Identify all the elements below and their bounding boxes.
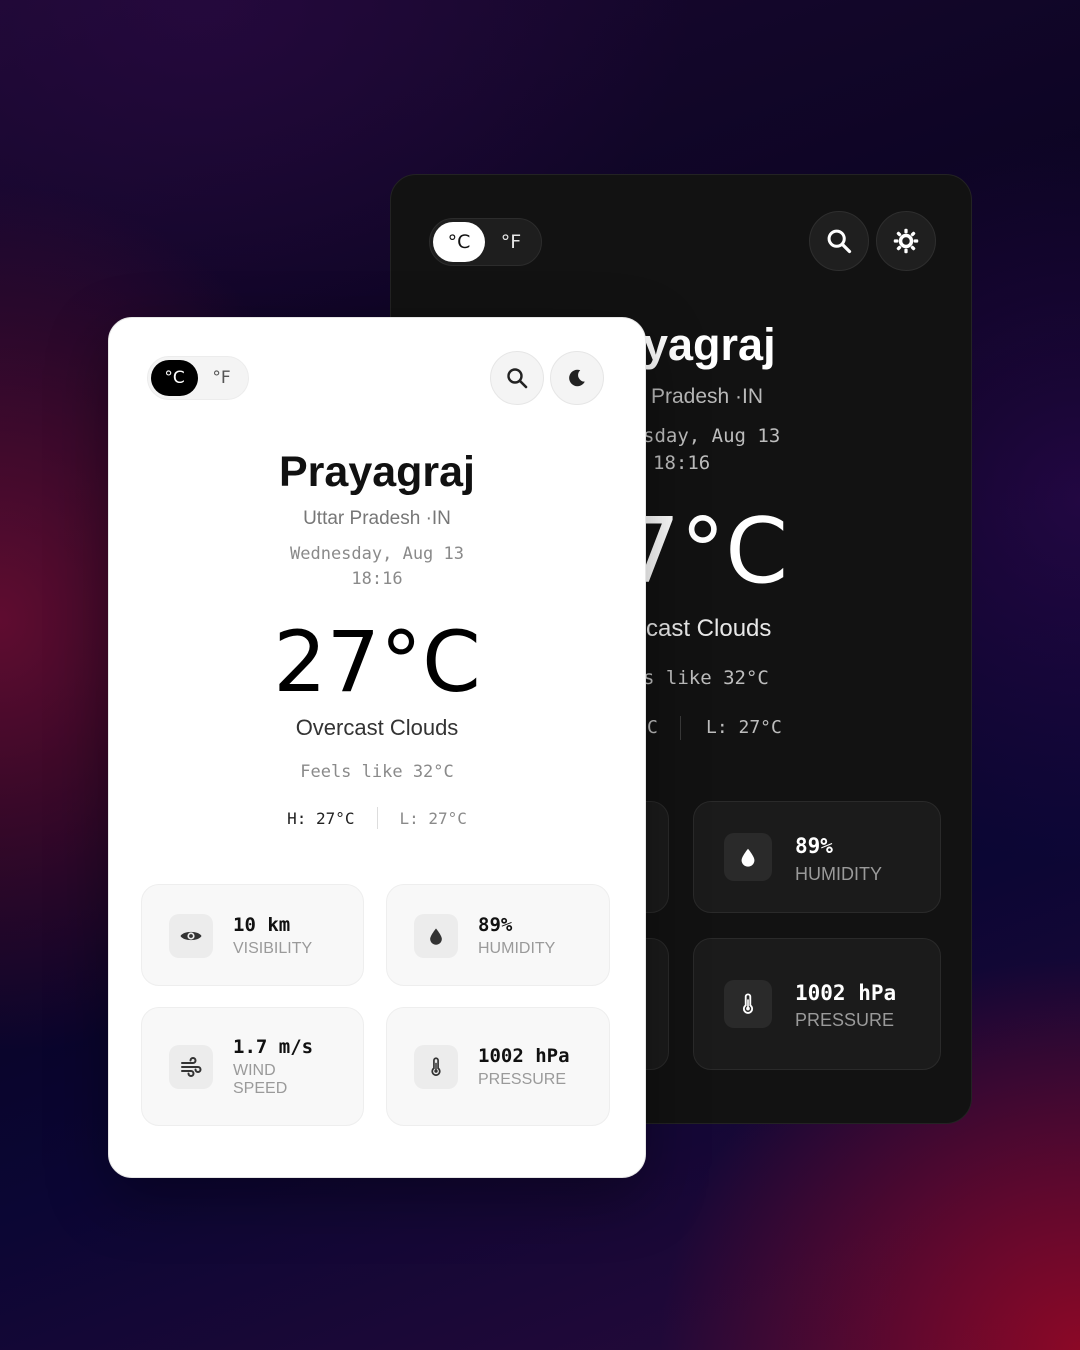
dark-date: sday, Aug 13	[643, 425, 781, 447]
dark-feels-like: s like 32°C	[643, 667, 769, 689]
low-temp: L: 27°C	[399, 808, 467, 828]
celsius-option[interactable]: °C	[433, 222, 485, 262]
moon-icon	[569, 369, 585, 387]
high-temp: H: 27°C	[287, 808, 355, 828]
region: Uttar Pradesh ·IN	[303, 508, 451, 529]
page-background: { "units": { "celsius": "°C", "fahrenhei…	[0, 0, 1080, 1350]
wind-icon	[169, 1045, 213, 1089]
wind-value: 1.7 m/s	[233, 1036, 314, 1058]
search-icon	[827, 229, 852, 254]
feels-like: Feels like 32°C	[300, 762, 454, 782]
high-low-row: H: 27°C L: 27°C	[109, 807, 645, 829]
wind-card: 1.7 m/s WIND SPEED	[141, 1007, 364, 1126]
sun-icon	[893, 228, 919, 254]
dark-pressure-value: 1002 hPa	[795, 981, 897, 1005]
fahrenheit-option[interactable]: °F	[485, 222, 537, 262]
theme-toggle-button[interactable]	[550, 351, 604, 405]
humidity-card: 89% HUMIDITY	[386, 884, 610, 986]
thermometer-icon	[414, 1045, 458, 1089]
dark-divider	[680, 716, 681, 740]
high-low-divider	[376, 807, 378, 829]
dark-high: C	[647, 717, 658, 738]
humidity-value: 89%	[478, 914, 513, 936]
search-button[interactable]	[809, 211, 869, 271]
pressure-card: 1002 hPa PRESSURE	[386, 1007, 610, 1126]
unit-toggle[interactable]: °C °F	[429, 218, 542, 266]
dark-pressure-card: 1002 hPa PRESSURE	[693, 938, 941, 1070]
light-weather-card: °C °F Prayagraj Uttar Pradesh ·IN Wednes…	[108, 317, 646, 1178]
search-icon	[507, 368, 528, 389]
droplet-icon	[414, 914, 458, 958]
dark-humidity-label: HUMIDITY	[795, 864, 882, 884]
eye-icon	[169, 914, 213, 958]
unit-toggle[interactable]: °C °F	[147, 356, 249, 400]
dark-region: Pradesh ·IN	[651, 385, 764, 408]
dark-pressure-label: PRESSURE	[795, 1010, 895, 1030]
wind-label-line1: WIND	[233, 1062, 276, 1079]
temperature: 27°C	[273, 613, 481, 711]
visibility-card: 10 km VISIBILITY	[141, 884, 364, 986]
thermometer-icon	[724, 980, 772, 1028]
city-name: Prayagraj	[278, 448, 476, 496]
dark-time: 18:16	[653, 452, 711, 474]
wind-label-line2: SPEED	[233, 1080, 288, 1097]
dark-temperature: 7°C	[623, 499, 789, 604]
dark-humidity-value: 89%	[795, 834, 833, 858]
theme-toggle-button[interactable]	[876, 211, 936, 271]
condition: Overcast Clouds	[295, 715, 459, 740]
dark-condition: cast Clouds	[646, 615, 772, 642]
pressure-label: PRESSURE	[478, 1071, 567, 1088]
dark-humidity-card: 89% HUMIDITY	[693, 801, 941, 913]
fahrenheit-option[interactable]: °F	[198, 360, 245, 396]
search-button[interactable]	[490, 351, 544, 405]
date: Wednesday, Aug 13	[290, 544, 464, 564]
droplet-icon	[724, 833, 772, 881]
dark-city-name: yagraj	[643, 319, 776, 370]
visibility-label: VISIBILITY	[233, 940, 313, 957]
pressure-value: 1002 hPa	[478, 1045, 570, 1067]
humidity-label: HUMIDITY	[478, 940, 556, 957]
visibility-value: 10 km	[233, 914, 291, 936]
time: 18:16	[351, 569, 403, 589]
dark-low: L: 27°C	[706, 717, 782, 738]
celsius-option[interactable]: °C	[151, 360, 198, 396]
